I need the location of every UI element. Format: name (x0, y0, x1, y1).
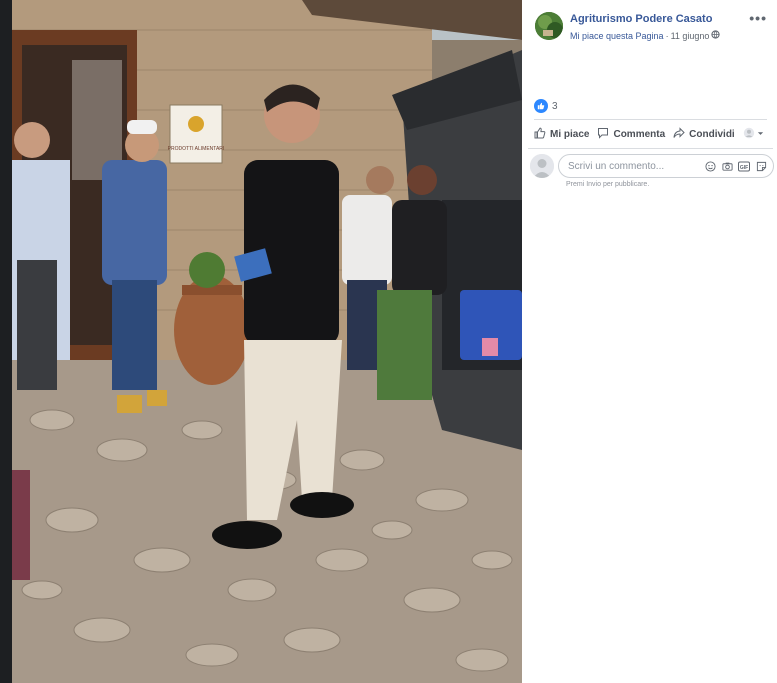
thumbs-up-icon (534, 127, 546, 142)
audience-selector[interactable] (743, 127, 764, 142)
post-meta: Mi piace questa Pagina · 11 giugno (570, 30, 721, 41)
post-side-panel: Agriturismo Podere Casato Mi piace quest… (522, 0, 777, 683)
comment-tools: GIF (704, 160, 767, 172)
gif-icon[interactable]: GIF (738, 160, 750, 172)
page-avatar[interactable] (535, 12, 563, 40)
viewer-left-edge (0, 0, 12, 683)
divider (534, 119, 767, 120)
like-page-link[interactable]: Mi piace questa Pagina (570, 31, 664, 41)
more-dots-icon[interactable]: ••• (749, 10, 767, 26)
shop-sign-text: PRODOTTI ALIMENTARI (168, 146, 225, 152)
reactions-count: 3 (552, 100, 558, 112)
post-photo[interactable]: PRODOTTI ALIMENTARI (12, 0, 522, 683)
comment-label: Commenta (613, 128, 666, 140)
comment-hint: Premi Invio per pubblicare. (566, 181, 650, 188)
comment-placeholder: Scrivi un commento... (568, 161, 665, 172)
user-avatar-small-icon (743, 127, 755, 142)
globe-icon (711, 30, 721, 41)
divider (528, 148, 773, 149)
sticker-icon[interactable] (755, 160, 767, 172)
page-name-link[interactable]: Agriturismo Podere Casato (570, 13, 712, 25)
comment-button[interactable]: Commenta (597, 127, 665, 142)
share-button[interactable]: Condividi (673, 126, 735, 142)
like-reaction-icon (534, 99, 548, 113)
current-user-avatar (530, 154, 554, 178)
share-label: Condividi (689, 128, 735, 140)
emoji-icon[interactable] (704, 160, 716, 172)
reactions-summary[interactable]: 3 (534, 99, 558, 113)
meta-separator: · (665, 30, 669, 41)
like-button[interactable]: Mi piace (534, 127, 589, 142)
share-arrow-icon (673, 126, 685, 142)
like-label: Mi piace (550, 128, 590, 140)
comment-bubble-icon (597, 127, 609, 142)
photo-scene: PRODOTTI ALIMENTARI (12, 0, 522, 683)
post-date[interactable]: 11 giugno (671, 31, 710, 41)
post-actions-bar: Mi piace Commenta Condividi (534, 125, 769, 143)
comment-input[interactable]: Scrivi un commento... GIF (558, 154, 774, 178)
camera-icon[interactable] (721, 160, 733, 172)
svg-text:GIF: GIF (740, 165, 748, 171)
caret-down-icon (757, 129, 764, 140)
